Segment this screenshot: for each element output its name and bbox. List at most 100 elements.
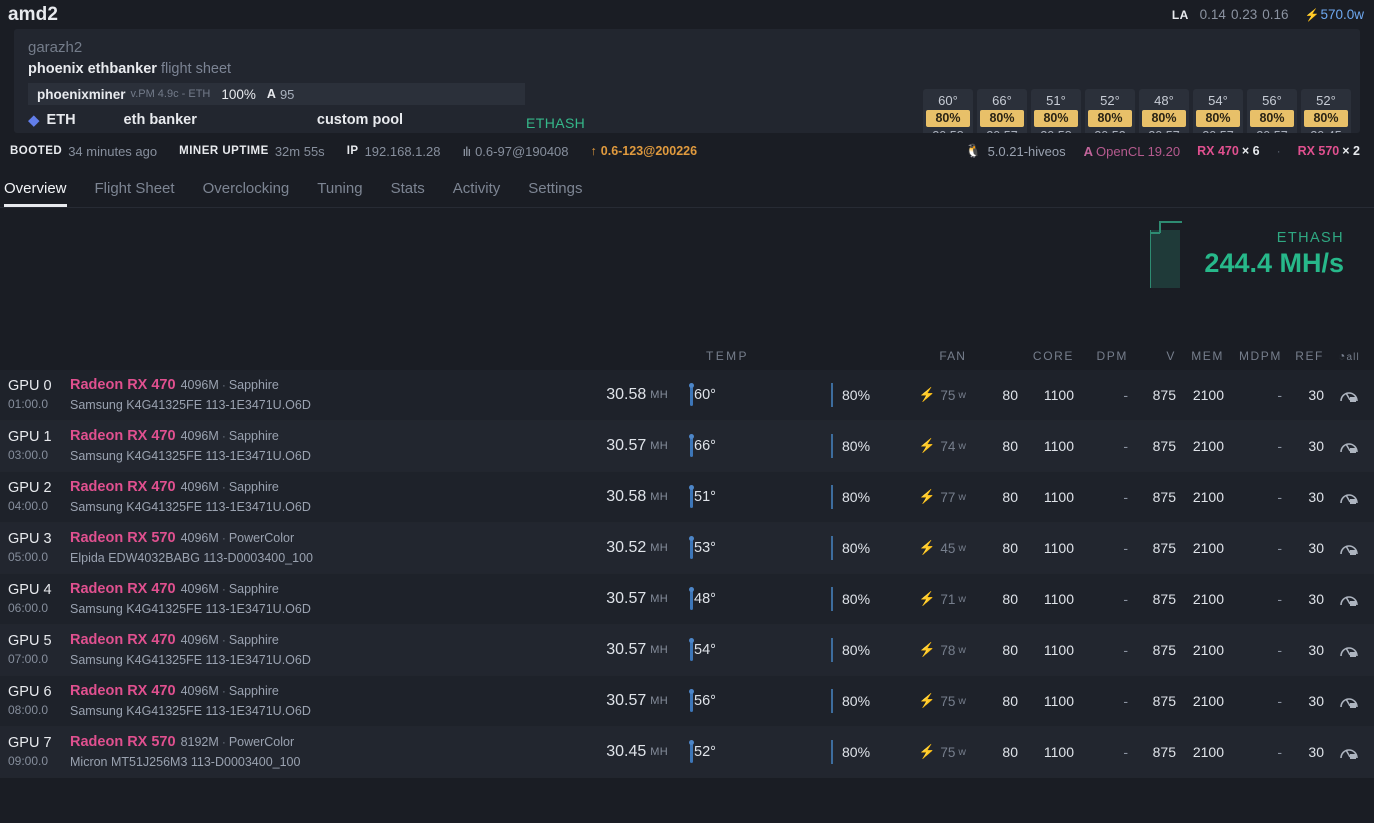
gpu-gauge-button[interactable] [1324, 574, 1374, 624]
gpu-name-cell: Radeon RX 570 8192M · PowerColor Micron MT51… [70, 727, 492, 777]
tab-overview[interactable]: Overview [2, 180, 81, 207]
separator: · [221, 633, 226, 647]
wallet-name[interactable]: eth banker [124, 112, 197, 128]
gpu-power-unit: w [958, 593, 966, 605]
miner-name: phoenixminer [37, 86, 126, 102]
miner-row[interactable]: phoenixminer v.PM 4.9c - ETH 100% A 95 [28, 83, 525, 105]
gpu-memory-chip: Samsung K4G41325FE 113-1E3471U.O6D [70, 449, 311, 463]
separator: · [221, 429, 226, 443]
gpu-gauge-button[interactable] [1324, 676, 1374, 726]
gpu-mem-clock: 2100 [1192, 591, 1224, 607]
gpu-mini-card[interactable]: 66° 80%30.57 [977, 89, 1027, 133]
tab-flight-sheet[interactable]: Flight Sheet [81, 180, 189, 207]
gpu-power: 77 [940, 489, 956, 505]
gpu-core-clock: 1100 [1043, 693, 1074, 709]
table-row[interactable]: GPU 5 07:00.0 Radeon RX 470 4096M · Sapphire S… [0, 625, 1374, 676]
gpu-bus-id: 07:00.0 [8, 652, 49, 666]
header-mem: MEM [1191, 349, 1224, 363]
gpu-id: GPU 0 [8, 378, 52, 394]
gpu-mini-card[interactable]: 48° 80%30.57 [1139, 89, 1189, 133]
bolt-icon: ⚡ [918, 744, 936, 759]
tab-stats[interactable]: Stats [377, 180, 439, 207]
gpu-ref: 30 [1308, 438, 1324, 454]
ip-value: 192.168.1.28 [364, 143, 441, 159]
kernel-version: 5.0.21-hiveos [987, 143, 1066, 159]
gpu-hashrate-unit: MH [650, 542, 668, 554]
gpu-gauge-button[interactable] [1324, 370, 1374, 420]
gpu-memory-chip: Micron MT51J256M3 113-D0003400_100 [70, 755, 301, 769]
gpu-fan-cell: 80% [830, 523, 890, 573]
miner-uptime-label: MINER UPTIME [179, 145, 269, 157]
gpu-mini-cards: 60°80%30.5866°80%30.5751°80%30.5852°80%3… [923, 89, 1351, 133]
mini-fan: 80% [1250, 110, 1294, 127]
gpu-gauge-button[interactable] [1324, 727, 1374, 777]
main-tabs[interactable]: Overview Flight Sheet Overclocking Tuning St… [0, 166, 1374, 208]
farm-name[interactable]: garazh2 [28, 38, 1360, 58]
miner-percent: 100% [221, 86, 256, 102]
tux-icon: 🐧 [965, 143, 982, 158]
bolt-icon: ⚡ [918, 693, 936, 708]
gpu-mini-card[interactable]: 52° 80%30.52 [1085, 89, 1135, 133]
gpu-id-cell: GPU 1 03:00.0 [0, 421, 70, 471]
gpu-gauge-button[interactable] [1324, 625, 1374, 675]
mini-temp: 48° [1154, 93, 1174, 108]
table-row[interactable]: GPU 7 09:00.0 Radeon RX 570 8192M · PowerColo… [0, 727, 1374, 778]
arrow-up-icon: ↑ [590, 144, 597, 158]
tab-tuning[interactable]: Tuning [303, 180, 376, 207]
table-row[interactable]: GPU 3 05:00.0 Radeon RX 570 4096M · PowerColo… [0, 523, 1374, 574]
gpu-mini-card[interactable]: 56° 80%30.57 [1247, 89, 1297, 133]
status-strip: BOOTED 34 minutes ago MINER UPTIME 32m 5… [0, 136, 1374, 166]
table-row[interactable]: GPU 0 01:00.0 Radeon RX 470 4096M · Sapphire S… [0, 370, 1374, 421]
tab-settings[interactable]: Settings [514, 180, 596, 207]
tab-overclocking[interactable]: Overclocking [189, 180, 304, 207]
update-available-group[interactable]: ↑ 0.6-123@200226 [591, 144, 698, 158]
gpu-power-cell: ⚡ 75 w [890, 676, 972, 726]
flight-sheet-name[interactable]: phoenix ethbanker [28, 61, 157, 77]
gpu-vram: 4096M [180, 480, 219, 494]
bolt-icon: ⚡ [1304, 8, 1320, 22]
gpu-gauge-button[interactable] [1324, 421, 1374, 471]
gpu-vram: 4096M [180, 684, 219, 698]
table-row[interactable]: GPU 2 04:00.0 Radeon RX 470 4096M · Sapphire S… [0, 472, 1374, 523]
gauge-icon [1340, 596, 1358, 606]
gpu-mini-card[interactable]: 54° 80%30.57 [1193, 89, 1243, 133]
flight-sheet-line: phoenix ethbanker flight sheet [28, 59, 1360, 80]
tab-activity[interactable]: Activity [439, 180, 515, 207]
separator: · [221, 735, 226, 749]
gpu-fan-value: 80 [1002, 540, 1018, 556]
hive-version-icon: ıǀı [462, 143, 471, 159]
gpu-fan-cell: 80% [830, 625, 890, 675]
header-all-gauge[interactable]: ◔all [1324, 349, 1374, 363]
gpu-temp-cell: 53° [682, 523, 830, 573]
power-value: 570.0w [1320, 7, 1364, 22]
top-bar: amd2 LA 0.14 0.23 0.16 ⚡570.0w [0, 0, 1374, 29]
gpu-id-cell: GPU 2 04:00.0 [0, 472, 70, 522]
gpu-mini-card[interactable]: 51° 80%30.58 [1031, 89, 1081, 133]
table-row[interactable]: GPU 6 08:00.0 Radeon RX 470 4096M · Sapphire S… [0, 676, 1374, 727]
gpu-hashrate-unit: MH [650, 491, 668, 503]
gpu-gauge-button[interactable] [1324, 523, 1374, 573]
gpu-model-line: Radeon RX 470 4096M · Sapphire [70, 376, 492, 394]
mini-hash: 30.45 [1301, 128, 1351, 133]
gpu-mini-card[interactable]: 60° 80%30.58 [923, 89, 973, 133]
worker-panel: garazh2 phoenix ethbanker flight sheet p… [14, 29, 1360, 133]
mini-hash: 30.57 [1193, 128, 1243, 133]
table-row[interactable]: GPU 1 03:00.0 Radeon RX 470 4096M · Sapphire S… [0, 421, 1374, 472]
gpu-name-cell: Radeon RX 470 4096M · Sapphire Samsung K4G41… [70, 625, 492, 675]
gpu-mini-card[interactable]: 52° 80%30.45 [1301, 89, 1351, 133]
gpu-hashrate: 30.57 [606, 692, 647, 709]
la-5min: 0.23 [1230, 7, 1258, 22]
separator: · [221, 582, 226, 596]
gpu-mem-clock: 2100 [1192, 744, 1224, 760]
gpu-hashrate: 30.52 [606, 539, 647, 556]
gpu-ref: 30 [1308, 387, 1324, 403]
pool-name[interactable]: custom pool [317, 112, 403, 128]
gpu-brand: PowerColor [228, 531, 295, 545]
gpu-model: Radeon RX 470 [70, 479, 176, 495]
gauge-all-icon: ◔ [1338, 349, 1347, 363]
gpu-brand: Sapphire [228, 378, 279, 392]
gpu-fan-cell: 80% [830, 676, 890, 726]
table-row[interactable]: GPU 4 06:00.0 Radeon RX 470 4096M · Sapphire S… [0, 574, 1374, 625]
gpu-gauge-button[interactable] [1324, 472, 1374, 522]
mini-fan: 80% [926, 110, 970, 127]
